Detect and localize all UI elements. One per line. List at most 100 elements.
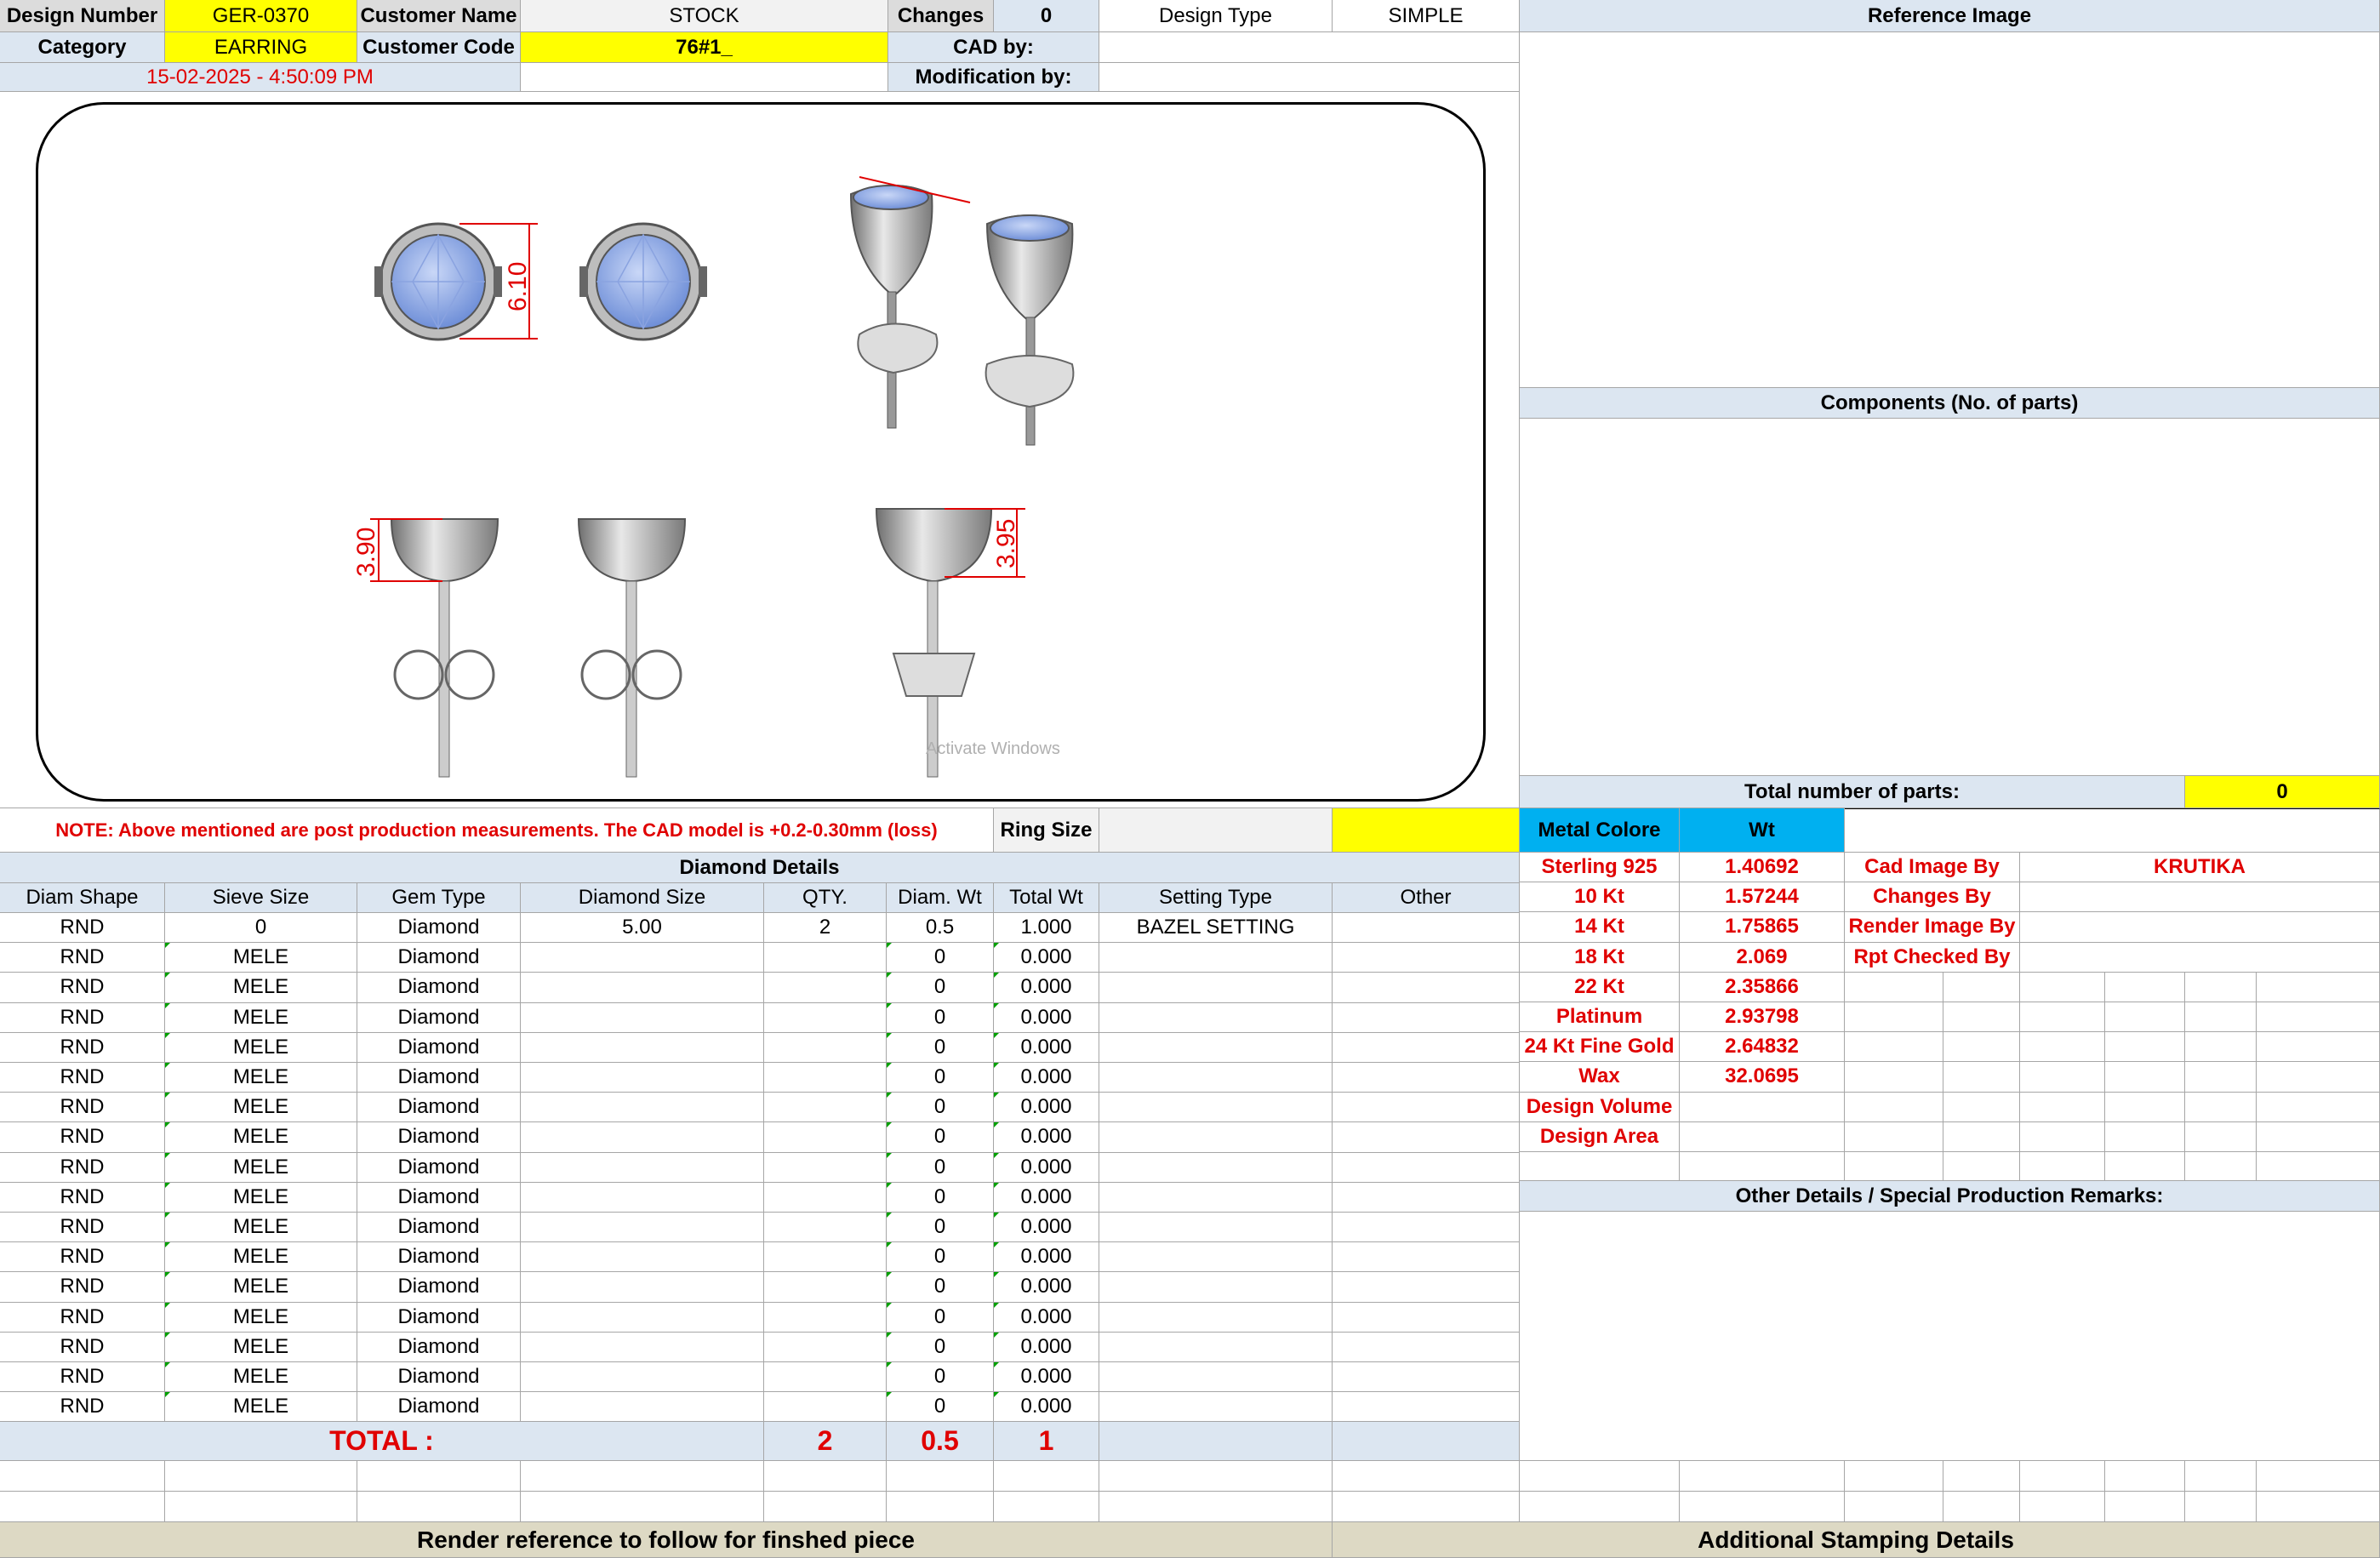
table-cell[interactable]: 0.5 xyxy=(887,913,994,944)
table-cell[interactable] xyxy=(764,1213,887,1243)
grid-cell[interactable] xyxy=(357,1461,521,1492)
grid-cell[interactable] xyxy=(2020,1062,2105,1093)
table-cell[interactable] xyxy=(521,1392,764,1423)
table-cell[interactable] xyxy=(764,1182,887,1213)
grid-cell[interactable] xyxy=(0,1461,165,1492)
table-cell[interactable]: MELE xyxy=(165,1093,357,1123)
table-cell[interactable]: RND xyxy=(0,973,165,1003)
table-cell[interactable]: MELE xyxy=(165,1332,357,1362)
table-cell[interactable]: 0 xyxy=(887,1093,994,1123)
table-cell[interactable]: 0 xyxy=(887,1332,994,1362)
table-cell[interactable]: Diamond xyxy=(357,913,521,944)
table-cell[interactable] xyxy=(521,1122,764,1153)
table-cell[interactable]: MELE xyxy=(165,1272,357,1303)
table-cell[interactable] xyxy=(521,1032,764,1063)
table-cell[interactable]: Diamond xyxy=(357,973,521,1003)
grid-cell[interactable] xyxy=(1520,1152,1680,1181)
ring-size-highlight[interactable] xyxy=(1333,808,1520,853)
table-cell[interactable] xyxy=(764,1002,887,1033)
grid-cell[interactable] xyxy=(1943,972,2020,1002)
credit-value[interactable] xyxy=(2020,882,2380,913)
table-cell[interactable]: Diamond xyxy=(357,943,521,973)
grid-cell[interactable] xyxy=(2257,1152,2380,1181)
table-cell[interactable] xyxy=(1099,973,1333,1003)
table-cell[interactable]: 0 xyxy=(887,1032,994,1063)
grid-cell[interactable] xyxy=(1099,1461,1333,1492)
grid-cell[interactable] xyxy=(1845,1002,1943,1033)
table-cell[interactable] xyxy=(1333,1182,1520,1213)
table-cell[interactable]: 0.000 xyxy=(994,1152,1099,1183)
table-cell[interactable]: 0 xyxy=(887,1242,994,1273)
table-cell[interactable] xyxy=(1333,1392,1520,1423)
table-cell[interactable] xyxy=(1099,1093,1333,1123)
grid-cell[interactable] xyxy=(2257,1092,2380,1122)
table-cell[interactable]: RND xyxy=(0,1272,165,1303)
grid-cell[interactable] xyxy=(521,1461,764,1492)
grid-cell[interactable] xyxy=(2185,1461,2257,1492)
table-cell[interactable] xyxy=(521,973,764,1003)
table-cell[interactable] xyxy=(1333,1272,1520,1303)
table-cell[interactable] xyxy=(521,1302,764,1333)
grid-cell[interactable] xyxy=(357,1492,521,1522)
table-cell[interactable]: RND xyxy=(0,1093,165,1123)
grid-cell[interactable] xyxy=(2105,1002,2185,1033)
grid-cell[interactable] xyxy=(764,1492,887,1522)
table-cell[interactable]: 0.000 xyxy=(994,973,1099,1003)
grid-cell[interactable] xyxy=(2257,1062,2380,1093)
modification-by-cell[interactable] xyxy=(1099,63,1520,92)
grid-cell[interactable] xyxy=(2020,1461,2105,1492)
table-cell[interactable]: MELE xyxy=(165,1063,357,1093)
table-cell[interactable] xyxy=(521,1272,764,1303)
grid-cell[interactable] xyxy=(2185,1121,2257,1152)
table-cell[interactable]: RND xyxy=(0,1182,165,1213)
grid-cell[interactable] xyxy=(887,1492,994,1522)
table-cell[interactable]: RND xyxy=(0,1032,165,1063)
grid-cell[interactable] xyxy=(1943,1152,2020,1181)
table-cell[interactable]: Diamond xyxy=(357,1272,521,1303)
table-cell[interactable]: 0.000 xyxy=(994,1213,1099,1243)
table-cell[interactable] xyxy=(1099,1332,1333,1362)
grid-cell[interactable] xyxy=(1943,1062,2020,1093)
grid-cell[interactable] xyxy=(2185,1092,2257,1122)
table-cell[interactable]: BAZEL SETTING xyxy=(1099,913,1333,944)
grid-cell[interactable] xyxy=(2105,1062,2185,1093)
table-cell[interactable] xyxy=(1099,1063,1333,1093)
table-cell[interactable] xyxy=(1099,1213,1333,1243)
table-cell[interactable]: Diamond xyxy=(357,1182,521,1213)
grid-cell[interactable] xyxy=(994,1492,1099,1522)
table-cell[interactable] xyxy=(764,1093,887,1123)
table-cell[interactable]: RND xyxy=(0,943,165,973)
grid-cell[interactable] xyxy=(2105,1121,2185,1152)
table-cell[interactable]: MELE xyxy=(165,1032,357,1063)
table-cell[interactable] xyxy=(764,1063,887,1093)
table-cell[interactable]: 0 xyxy=(887,1362,994,1393)
grid-cell[interactable] xyxy=(165,1461,357,1492)
table-cell[interactable] xyxy=(1333,1002,1520,1033)
table-cell[interactable]: 0 xyxy=(887,1152,994,1183)
grid-cell[interactable] xyxy=(2185,1152,2257,1181)
table-cell[interactable] xyxy=(1099,1122,1333,1153)
grid-cell[interactable] xyxy=(1943,1092,2020,1122)
grid-cell[interactable] xyxy=(2020,1032,2105,1063)
table-cell[interactable] xyxy=(764,1122,887,1153)
table-cell[interactable]: 0.000 xyxy=(994,1063,1099,1093)
table-cell[interactable] xyxy=(764,1392,887,1423)
grid-cell[interactable] xyxy=(1943,1002,2020,1033)
grid-cell[interactable] xyxy=(2257,1461,2380,1492)
table-cell[interactable]: 0.000 xyxy=(994,1032,1099,1063)
table-cell[interactable]: MELE xyxy=(165,1152,357,1183)
table-cell[interactable]: Diamond xyxy=(357,1242,521,1273)
blank-cell[interactable] xyxy=(1845,808,2380,853)
table-cell[interactable] xyxy=(1333,1332,1520,1362)
table-cell[interactable] xyxy=(1333,1242,1520,1273)
credit-value[interactable] xyxy=(2020,942,2380,973)
grid-cell[interactable] xyxy=(1845,1062,1943,1093)
grid-cell[interactable] xyxy=(1680,1492,1845,1522)
table-cell[interactable]: Diamond xyxy=(357,1122,521,1153)
table-cell[interactable] xyxy=(521,1362,764,1393)
credit-value[interactable] xyxy=(2020,912,2380,943)
table-cell[interactable]: Diamond xyxy=(357,1213,521,1243)
table-cell[interactable] xyxy=(1099,1182,1333,1213)
table-cell[interactable] xyxy=(521,1213,764,1243)
grid-cell[interactable] xyxy=(764,1461,887,1492)
